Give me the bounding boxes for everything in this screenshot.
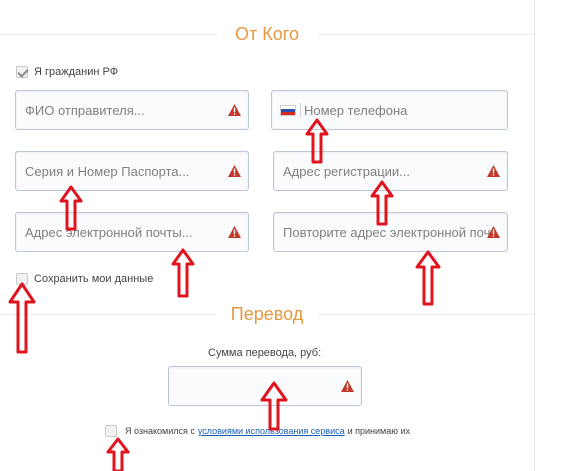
email-input[interactable]: [16, 213, 248, 251]
warning-triangle-icon: [228, 165, 241, 177]
terms-prefix: Я ознакомился с: [125, 426, 195, 436]
red-up-arrow-icon: [305, 118, 329, 164]
terms-row: Я ознакомился с условиями использования …: [105, 425, 410, 437]
save-data-label: Сохранить мои данные: [34, 273, 154, 285]
title-rule-right: [318, 34, 534, 35]
terms-checkbox[interactable]: [105, 425, 117, 437]
amount-label: Сумма перевода, руб:: [208, 347, 322, 359]
red-up-arrow-icon: [106, 437, 130, 471]
citizen-checkbox[interactable]: [16, 66, 28, 78]
red-up-arrow-icon: [59, 185, 83, 231]
citizen-checkbox-row[interactable]: Я гражданин РФ: [16, 66, 118, 78]
red-up-arrow-icon: [370, 180, 394, 226]
red-up-arrow-icon: [8, 282, 36, 354]
right-border: [534, 0, 535, 471]
red-up-arrow-icon: [260, 381, 288, 431]
red-up-arrow-icon: [171, 248, 195, 298]
warning-triangle-icon: [487, 165, 500, 177]
email-field[interactable]: [15, 212, 249, 252]
warning-triangle-icon: [228, 226, 241, 238]
warning-triangle-icon: [228, 104, 241, 116]
warning-triangle-icon: [487, 226, 500, 238]
citizen-checkbox-label: Я гражданин РФ: [34, 66, 119, 78]
red-up-arrow-icon: [415, 250, 441, 306]
warning-triangle-icon: [341, 380, 354, 392]
terms-suffix: и принимаю их: [347, 426, 411, 436]
russia-flag-icon[interactable]: [280, 105, 296, 116]
flag-separator: [300, 103, 301, 118]
title-rule-right: [318, 314, 534, 315]
fio-field[interactable]: [15, 90, 249, 130]
fio-input[interactable]: [16, 91, 248, 129]
passport-input[interactable]: [16, 152, 248, 190]
save-data-checkbox-row[interactable]: Сохранить мои данные: [16, 273, 153, 285]
passport-field[interactable]: [15, 151, 249, 191]
